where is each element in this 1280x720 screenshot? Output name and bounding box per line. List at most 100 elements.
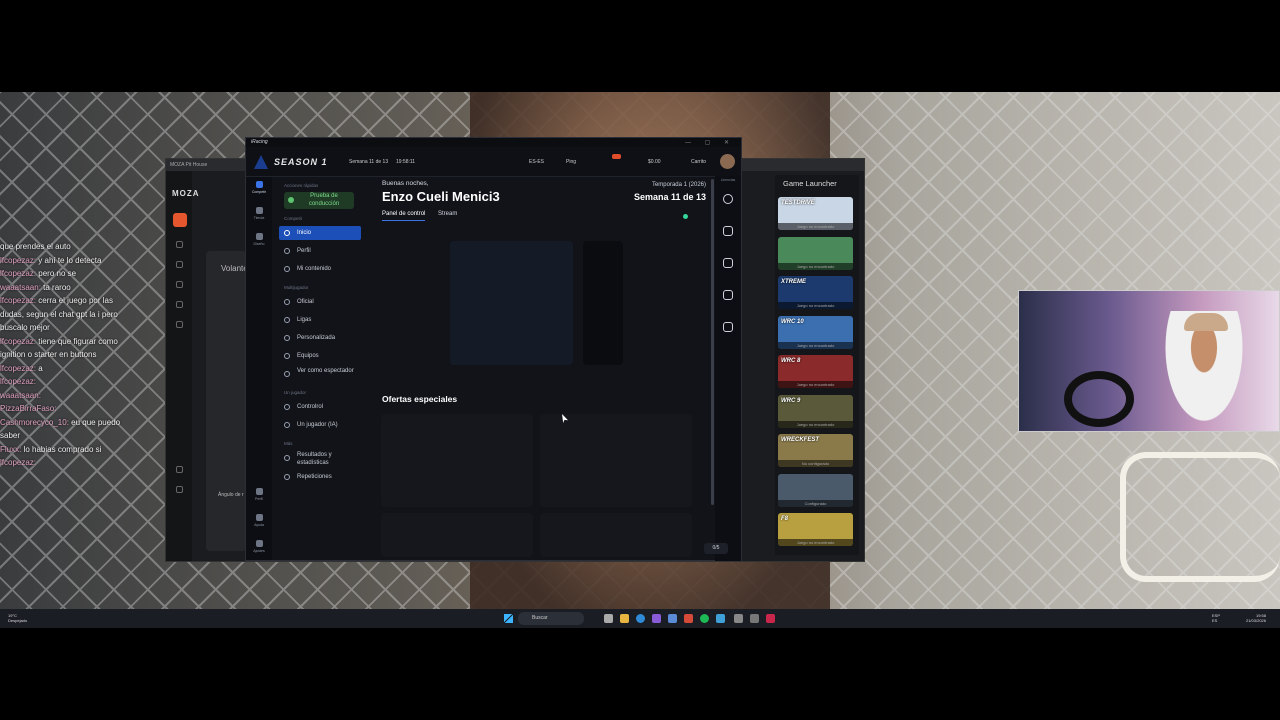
drive-test-button[interactable]: Prueba de conducción: [284, 192, 354, 209]
search-input[interactable]: Buscar: [518, 612, 584, 625]
language-indicator[interactable]: ESP ES: [1212, 613, 1220, 623]
moza-panel: [206, 251, 246, 551]
rail-ajustes[interactable]: Ajustes: [246, 540, 272, 553]
nav-item-personalizada[interactable]: Personalizada: [279, 331, 361, 345]
license-sports-car-icon[interactable]: [723, 226, 733, 236]
rail-disenio[interactable]: Diseño: [246, 233, 272, 246]
licenses-label: Licencias: [720, 178, 736, 182]
app-icon[interactable]: [734, 614, 743, 623]
status-dot: [683, 214, 688, 219]
nav-item-un-jugador-ia[interactable]: Un jugador (IA): [279, 418, 361, 432]
nav-item-inicio[interactable]: Inicio: [279, 226, 361, 240]
nav-item-oficial[interactable]: Oficial: [279, 295, 361, 309]
ping-indicator[interactable]: Ping: [566, 159, 576, 165]
steam-icon[interactable]: [668, 614, 677, 623]
cart-button[interactable]: Carrito: [691, 159, 706, 165]
home-icon[interactable]: [173, 213, 187, 227]
tab-panel-control[interactable]: Panel de control: [382, 211, 426, 221]
weather-widget[interactable]: 19°C Despejado: [8, 613, 27, 623]
start-icon[interactable]: [504, 614, 513, 623]
chat-username: PizzaBirraFaso:: [0, 404, 57, 413]
nav-item-mi-contenido[interactable]: Mi contenido: [279, 262, 361, 276]
rail-ayuda[interactable]: Ayuda: [246, 514, 272, 527]
gear-icon[interactable]: [176, 466, 183, 473]
chat-username: Cashmorecyco_10:: [0, 417, 69, 427]
license-oval-icon[interactable]: [723, 194, 733, 204]
game-card[interactable]: TESTDRIVE Juego no encontrado: [778, 197, 853, 230]
game-card[interactable]: WRC 8 Juego no encontrado: [778, 355, 853, 388]
game-card[interactable]: XTREME Juego no encontrado: [778, 276, 853, 309]
avatar[interactable]: [720, 154, 735, 169]
offer-card[interactable]: [540, 414, 692, 507]
game-card[interactable]: Configurado: [778, 473, 853, 507]
game-card[interactable]: WRECKFEST No configurado: [778, 434, 853, 467]
language-selector[interactable]: ES-ES: [529, 159, 544, 165]
chat-text: eu que puedo: [71, 417, 121, 427]
tab-stream[interactable]: Stream: [438, 211, 457, 220]
offer-card[interactable]: [381, 414, 533, 507]
game-card[interactable]: WRC 10 Juego no encontrado: [778, 315, 853, 349]
nav-item-controlrol[interactable]: Controlrol: [279, 400, 361, 414]
team-icon: [284, 353, 290, 359]
offer-card[interactable]: [540, 513, 692, 557]
nav-item-repeticiones[interactable]: Repeticiones: [279, 470, 361, 484]
rail-competir[interactable]: Competir: [246, 181, 272, 194]
pedal-icon[interactable]: [176, 281, 183, 288]
nav-item-perfil[interactable]: Perfil: [279, 244, 361, 258]
clock[interactable]: 19:58 21/03/2026: [1246, 613, 1266, 623]
wallet-balance[interactable]: $0.00: [648, 159, 661, 165]
iracing-taskbar-icon[interactable]: [766, 614, 775, 623]
spotify-icon[interactable]: [700, 614, 709, 623]
license-formula-icon[interactable]: [723, 258, 733, 268]
chat-text: saber: [0, 431, 21, 440]
app-icon[interactable]: [750, 614, 759, 623]
controller-icon: [284, 404, 290, 410]
window-controls[interactable]: — ▢ ✕: [685, 139, 735, 146]
app-icon[interactable]: [716, 614, 725, 623]
game-title: WRC 10: [781, 318, 804, 325]
task-view-icon[interactable]: [604, 614, 613, 623]
file-explorer-icon[interactable]: [620, 614, 629, 623]
edge-icon[interactable]: [636, 614, 645, 623]
settings-icon[interactable]: [176, 261, 183, 268]
offer-card[interactable]: [381, 513, 533, 557]
nav-section-multijugador: Multijugador: [284, 285, 309, 290]
settings-icon: [255, 540, 263, 547]
home-icon: [284, 230, 290, 236]
license-dirt-road-icon[interactable]: [723, 322, 733, 332]
shifter-icon[interactable]: [176, 321, 183, 328]
right-rail: Licencias: [715, 176, 741, 561]
wheel-icon[interactable]: [176, 241, 183, 248]
game-launcher-title: Game Launcher: [783, 179, 837, 188]
nav-item-equipos[interactable]: Equipos: [279, 349, 361, 363]
license-dirt-oval-icon[interactable]: [723, 290, 733, 300]
game-status: Configurado: [778, 499, 853, 507]
rail-perfil[interactable]: Perfil: [246, 488, 272, 501]
user-icon: [284, 248, 290, 254]
game-card[interactable]: WRC 9 Juego no encontrado: [778, 394, 853, 428]
chat-username: lfcopezaz:: [0, 458, 37, 467]
chat-text: a: [38, 363, 43, 373]
twitch-icon[interactable]: [652, 614, 661, 623]
week-label: Semana 11 de 13: [633, 192, 706, 202]
chat-message: waaatsaan:: [0, 389, 160, 403]
nav-item-resultados[interactable]: Resultados y estadísticas: [279, 451, 361, 469]
chat-username: lfcopezaz:: [0, 269, 37, 278]
scrollbar[interactable]: [711, 179, 714, 505]
stream-chat: que prendes el auto lfcopezaz: y ahí te l…: [0, 240, 160, 470]
nav-section-mas: Más: [284, 441, 293, 446]
nav-item-ligas[interactable]: Ligas: [279, 313, 361, 327]
rail-tienda[interactable]: Tienda: [246, 207, 272, 220]
info-icon[interactable]: [176, 486, 183, 493]
cap: [1184, 313, 1228, 331]
game-card[interactable]: F8 Juego no encontrado: [778, 513, 853, 546]
steering-icon: [288, 197, 294, 203]
game-launcher: Game Launcher TESTDRIVE Juego no encontra…: [775, 175, 859, 555]
app-icon[interactable]: [684, 614, 693, 623]
game-card[interactable]: Juego no encontrado: [778, 236, 853, 270]
dashboard-icon[interactable]: [176, 301, 183, 308]
chat-text: ignition o starter en buttons: [0, 350, 97, 359]
chat-message: lfcopezaz: tiene que figurar como: [0, 335, 160, 349]
iracing-logo-icon[interactable]: [254, 155, 268, 169]
nav-item-ver-espectador[interactable]: Ver como espectador: [279, 367, 361, 385]
